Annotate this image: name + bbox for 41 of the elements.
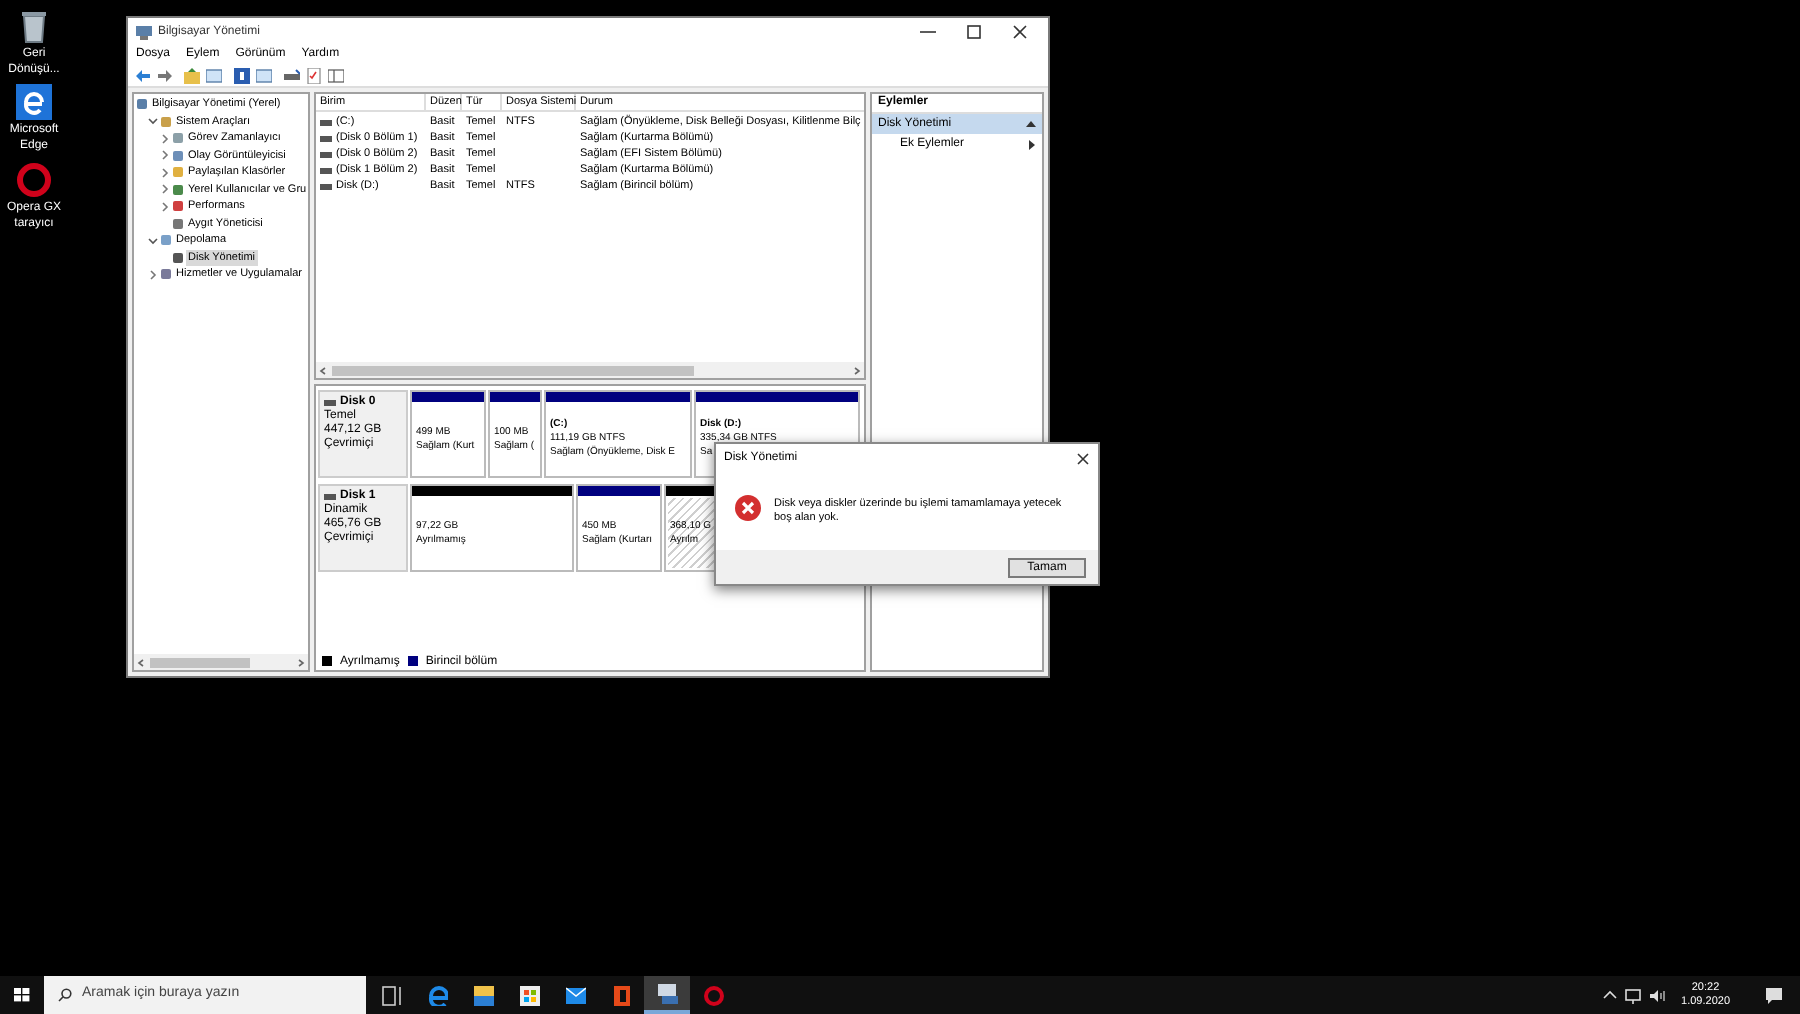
envelope-icon <box>565 985 585 1005</box>
folder-icon <box>473 985 493 1005</box>
horizontal-scrollbar[interactable] <box>134 654 308 670</box>
horizontal-scrollbar[interactable] <box>316 362 864 378</box>
ring-icon[interactable] <box>14 160 54 200</box>
chevron-down-icon[interactable] <box>148 235 158 246</box>
search-icon <box>58 988 72 1002</box>
scroll-left-icon[interactable] <box>318 365 328 375</box>
edge-icon <box>427 985 447 1005</box>
notification-icon[interactable] <box>1764 985 1784 1005</box>
folder-up-icon[interactable] <box>184 67 200 83</box>
scroll-right-icon[interactable] <box>296 657 306 667</box>
chevron-right-icon[interactable] <box>160 133 170 144</box>
scroll-right-icon[interactable] <box>852 365 862 375</box>
task-view-icon <box>381 985 401 1005</box>
chevron-down-icon[interactable] <box>148 116 158 127</box>
office-icon <box>611 985 631 1005</box>
edge-icon[interactable] <box>14 82 54 122</box>
checklist-icon[interactable] <box>306 67 322 83</box>
scroll-left-icon[interactable] <box>136 657 146 667</box>
submenu-arrow-icon[interactable] <box>1028 139 1036 149</box>
panel-icon[interactable] <box>206 67 222 83</box>
panel-icon[interactable] <box>256 67 272 83</box>
forward-arrow-icon[interactable] <box>156 67 172 83</box>
chevron-right-icon[interactable] <box>160 201 170 212</box>
ring-icon <box>703 985 723 1005</box>
store-icon <box>519 985 539 1005</box>
collapse-arrow-icon[interactable] <box>1026 120 1036 128</box>
error-icon <box>734 494 762 522</box>
computer-management-icon <box>657 983 677 1003</box>
network-icon[interactable] <box>1623 987 1642 1003</box>
chevron-right-icon[interactable] <box>160 150 170 161</box>
window-icon[interactable] <box>328 67 344 83</box>
taskbar-app[interactable] <box>644 976 690 1014</box>
back-arrow-icon[interactable] <box>134 67 150 83</box>
speaker-icon[interactable] <box>1647 987 1666 1003</box>
chevron-right-icon[interactable] <box>160 167 170 178</box>
chevron-up-icon[interactable] <box>1601 987 1618 1003</box>
chevron-right-icon[interactable] <box>160 184 170 195</box>
close-icon[interactable] <box>1076 452 1090 466</box>
chevron-right-icon[interactable] <box>148 269 158 280</box>
